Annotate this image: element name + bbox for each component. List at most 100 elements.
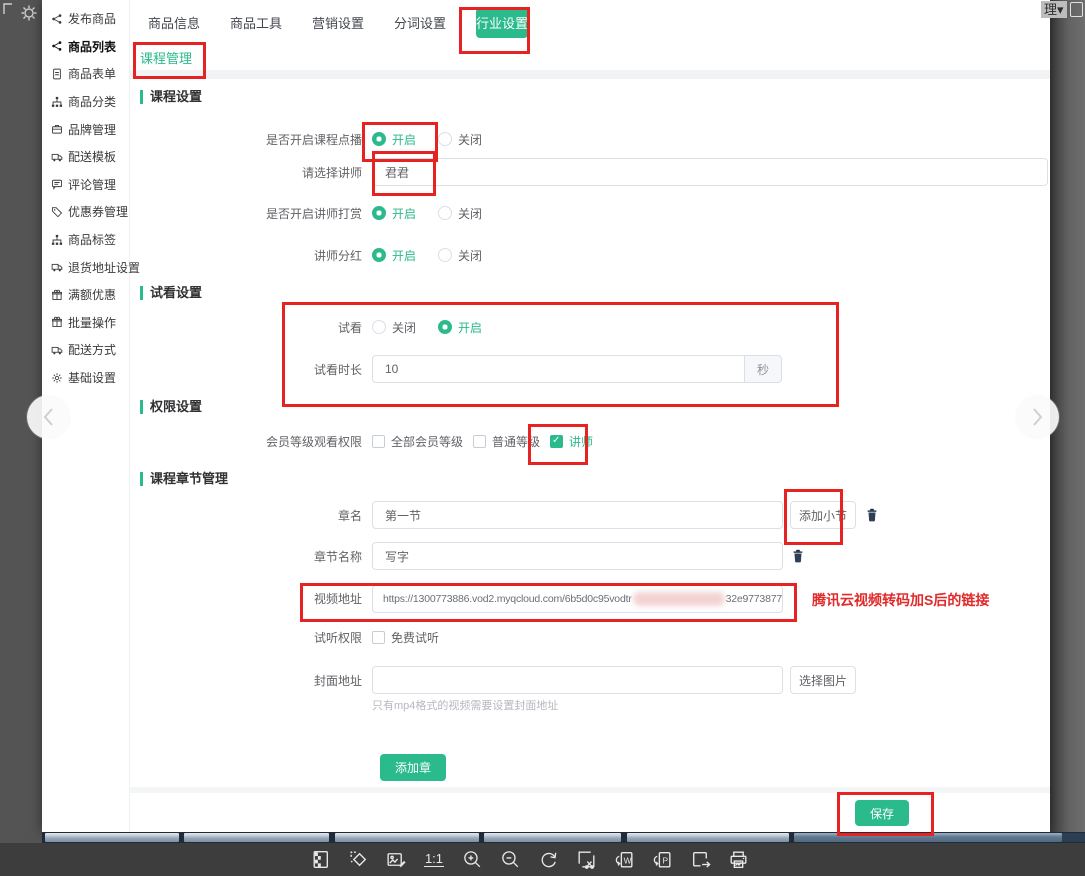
sidebar-item-product-list[interactable]: 商品列表 [42, 33, 129, 61]
sitemap-icon [51, 234, 63, 246]
sidebar-item-coupon-management[interactable]: 优惠券管理 [42, 198, 129, 226]
sidebar-item-delivery-method[interactable]: 配送方式 [42, 336, 129, 364]
teacher-input[interactable] [372, 158, 1048, 186]
checkbox-free-audition[interactable]: 免费试听 [372, 629, 439, 646]
checkbox-icon[interactable] [372, 631, 385, 644]
radio-selected-icon[interactable] [372, 248, 386, 262]
sidebar-item-product-tags[interactable]: 商品标签 [42, 226, 129, 254]
radio-trial-off[interactable]: 关闭 [372, 319, 416, 336]
window-tab[interactable] [794, 833, 1062, 842]
video-annotation-note: 腾讯云视频转码加S后的链接 [812, 590, 989, 610]
brightness-icon [25, 9, 33, 17]
window-tab[interactable] [184, 833, 329, 842]
svg-text:P: P [662, 855, 668, 865]
sidebar-item-publish-product[interactable]: 发布商品 [42, 5, 129, 33]
share-icon [51, 13, 63, 25]
radio-vod-off[interactable]: 关闭 [438, 131, 482, 148]
video-url-input[interactable]: https://1300773886.vod2.myqcloud.com/6b5… [372, 585, 783, 613]
window-tab[interactable] [45, 833, 179, 842]
radio-icon[interactable] [372, 320, 386, 334]
delete-section-icon[interactable] [790, 548, 806, 564]
row-permission: 会员等级观看权限 全部会员等级 普通等级 讲师 [130, 429, 593, 453]
viewer-topright-menu[interactable]: 理▾ [1041, 0, 1083, 18]
sidebar-item-product-form[interactable]: 商品表单 [42, 60, 129, 88]
tab-bar: 商品信息 商品工具 营销设置 分词设置 行业设置 [130, 0, 1050, 45]
sidebar-item-batch-operation[interactable]: 批量操作 [42, 309, 129, 337]
chapter-name-input[interactable] [372, 501, 783, 529]
rotate-icon[interactable] [536, 847, 560, 871]
video-url-suffix: 32e9773877022965453 [726, 593, 783, 605]
radio-icon[interactable] [438, 206, 452, 220]
tab-product-info[interactable]: 商品信息 [148, 13, 200, 32]
checkbox-checked-icon[interactable] [550, 435, 563, 448]
actual-size-icon[interactable]: 1:1 [422, 847, 446, 871]
window-tab[interactable] [484, 833, 621, 842]
crop-icon[interactable] [574, 847, 598, 871]
edit-image-icon[interactable] [384, 847, 408, 871]
sidebar-item-comment-management[interactable]: 评论管理 [42, 171, 129, 199]
image-to-pdf-icon[interactable]: P [650, 847, 674, 871]
add-chapter-button[interactable]: 添加章 [380, 754, 446, 781]
section-name-input[interactable] [372, 542, 783, 570]
checkbox-all-levels[interactable]: 全部会员等级 [372, 433, 463, 450]
next-image-button[interactable] [1015, 395, 1059, 439]
sidebar-item-product-category[interactable]: 商品分类 [42, 88, 129, 116]
checkbox-teacher[interactable]: 讲师 [550, 433, 593, 450]
radio-share-on[interactable]: 开启 [372, 247, 416, 264]
truck-icon [51, 151, 63, 163]
footer-divider [130, 787, 1050, 793]
viewer-topleft-tools [2, 2, 42, 41]
tab-product-tools[interactable]: 商品工具 [230, 13, 282, 32]
radio-icon[interactable] [438, 132, 452, 146]
radio-vod-on[interactable]: 开启 [372, 131, 416, 148]
smart-erase-icon[interactable] [346, 847, 370, 871]
zoom-in-icon[interactable] [460, 847, 484, 871]
window-tab[interactable] [627, 833, 789, 842]
sidebar-item-full-discount[interactable]: 满额优惠 [42, 281, 129, 309]
redacted-blur [633, 592, 725, 606]
window-tab[interactable] [335, 833, 479, 842]
zoom-out-icon[interactable] [498, 847, 522, 871]
radio-reward-off[interactable]: 关闭 [438, 205, 482, 222]
tab-word-segmentation[interactable]: 分词设置 [394, 13, 446, 32]
radio-trial-on[interactable]: 开启 [438, 319, 482, 336]
background-window-tabstrip [42, 832, 1085, 843]
radio-selected-icon[interactable] [438, 320, 452, 334]
section-title-permission: 权限设置 [140, 400, 202, 414]
main-panel: 商品信息 商品工具 营销设置 分词设置 行业设置 课程管理 课程设置 是否开启课… [130, 0, 1050, 832]
previous-image-button[interactable] [27, 395, 71, 439]
row-chapter-name: 章名 添加小节 [130, 500, 880, 530]
save-button[interactable]: 保存 [855, 800, 909, 826]
radio-selected-icon[interactable] [372, 132, 386, 146]
checkbox-normal-level[interactable]: 普通等级 [473, 433, 540, 450]
chevron-down-icon: ▾ [1057, 2, 1064, 17]
field-label: 试看 [130, 319, 372, 336]
crop-corner-icon [4, 4, 12, 14]
cover-url-input[interactable] [372, 666, 783, 694]
radio-icon[interactable] [438, 248, 452, 262]
field-label: 讲师分红 [130, 247, 372, 264]
sidebar-item-brand-management[interactable]: 品牌管理 [42, 115, 129, 143]
radio-reward-on[interactable]: 开启 [372, 205, 416, 222]
sidebar-item-delivery-template[interactable]: 配送模板 [42, 143, 129, 171]
background-toggle-icon[interactable] [308, 847, 332, 871]
add-section-button[interactable]: 添加小节 [790, 501, 856, 529]
window-icon [1070, 2, 1083, 17]
delete-chapter-icon[interactable] [864, 507, 880, 523]
trial-duration-input[interactable] [372, 355, 745, 383]
radio-share-off[interactable]: 关闭 [438, 247, 482, 264]
choose-image-button[interactable]: 选择图片 [790, 666, 856, 694]
tag-icon [51, 206, 63, 218]
print-icon[interactable] [726, 847, 750, 871]
checkbox-icon[interactable] [473, 435, 486, 448]
image-to-word-icon[interactable]: W [612, 847, 636, 871]
tab-industry-settings[interactable]: 行业设置 [476, 8, 528, 38]
tab-marketing-settings[interactable]: 营销设置 [312, 13, 364, 32]
field-label: 会员等级观看权限 [130, 433, 372, 450]
save-as-icon[interactable] [688, 847, 712, 871]
sidebar-item-basic-settings[interactable]: 基础设置 [42, 364, 129, 392]
chevron-left-icon [40, 405, 58, 429]
radio-selected-icon[interactable] [372, 206, 386, 220]
sidebar-item-return-address[interactable]: 退货地址设置 [42, 253, 129, 281]
checkbox-icon[interactable] [372, 435, 385, 448]
